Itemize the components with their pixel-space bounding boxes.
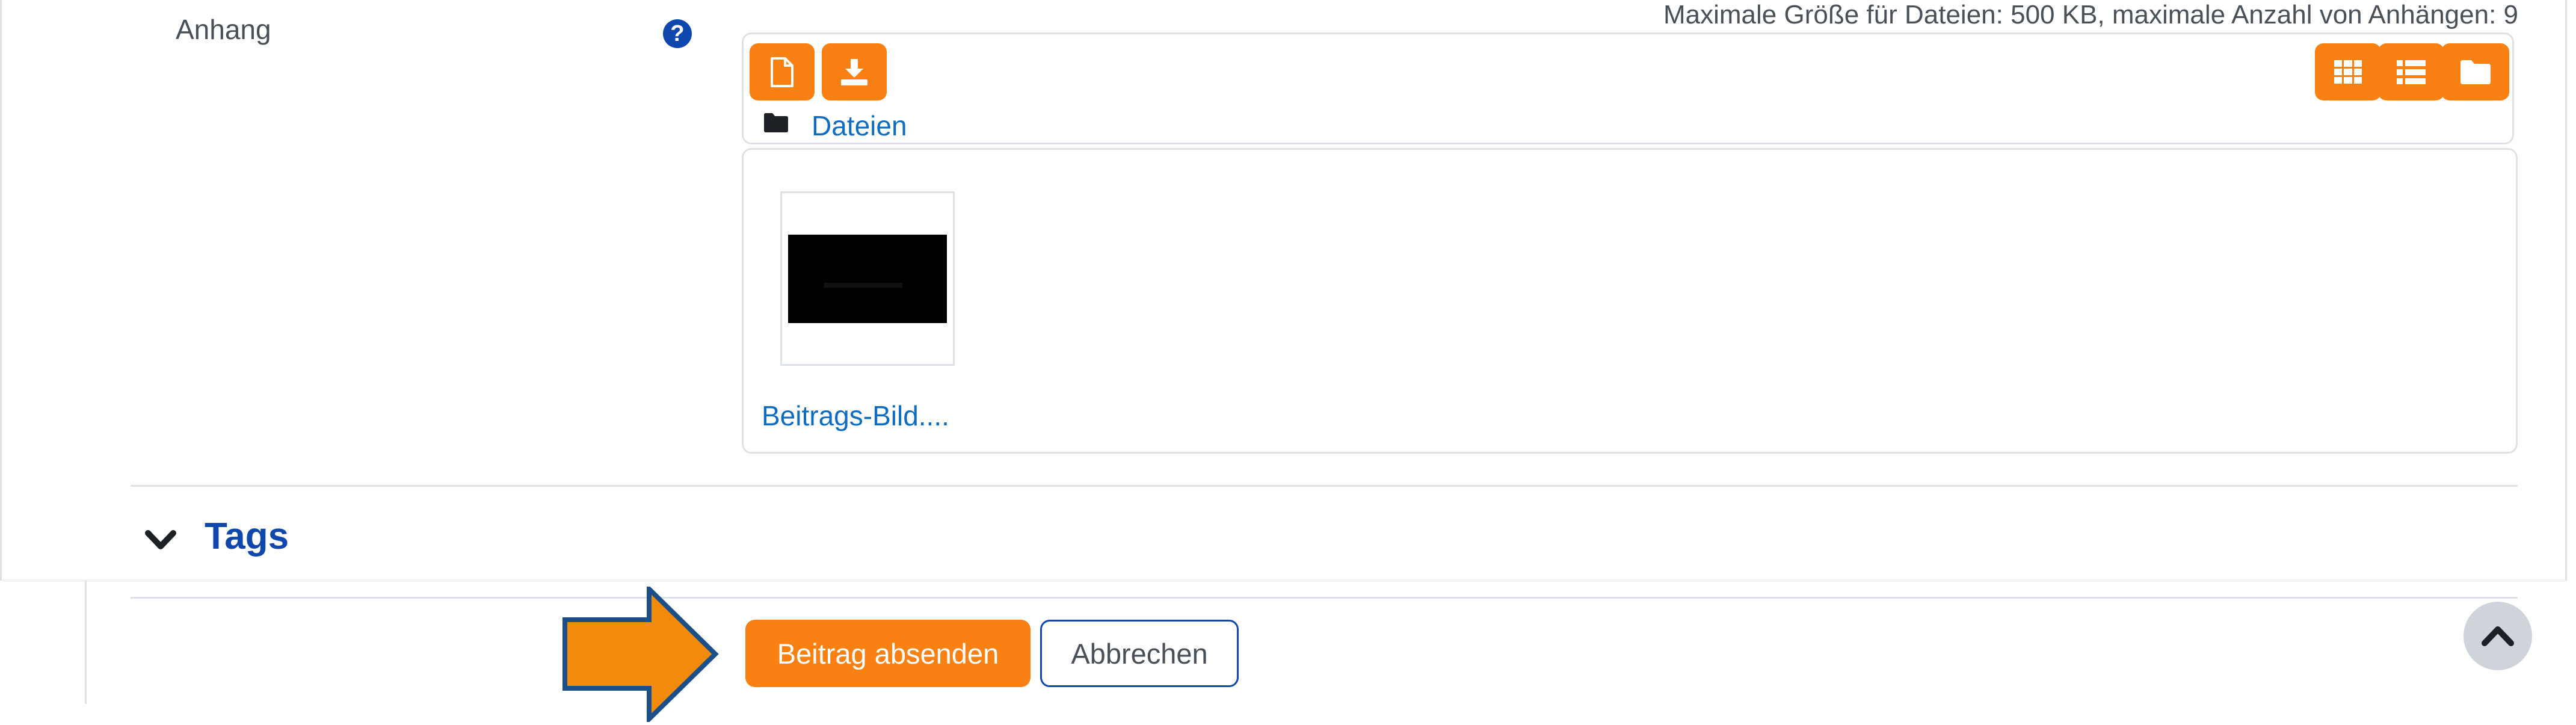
tags-section-header[interactable]: Tags	[205, 515, 289, 558]
submit-post-button[interactable]: Beitrag absenden	[745, 620, 1031, 687]
view-list-button[interactable]	[2378, 43, 2444, 100]
help-glyph: ?	[670, 20, 685, 46]
folder-icon	[764, 113, 788, 132]
download-all-button[interactable]	[822, 43, 887, 100]
filepicker-toolbar	[742, 32, 2514, 144]
thumbnail-image-detail	[824, 283, 902, 288]
chevron-up-icon	[2482, 626, 2514, 646]
grid-view-icon	[2334, 60, 2362, 84]
page-frame-left-bottom	[85, 581, 87, 704]
attachment-label: Anhang	[176, 14, 271, 45]
page-frame-left	[0, 0, 2, 581]
thumbnail-image	[788, 235, 947, 323]
page-frame-step	[2, 579, 2565, 582]
arrow-right-icon	[562, 587, 719, 722]
list-view-icon	[2397, 60, 2426, 84]
question-circle-icon[interactable]: ?	[663, 19, 692, 48]
section-divider	[131, 597, 2518, 599]
filepicker-files-area	[742, 148, 2518, 454]
add-file-icon	[771, 57, 793, 87]
chevron-down-icon[interactable]	[144, 528, 177, 552]
back-to-top-button[interactable]	[2464, 602, 2532, 670]
cancel-button[interactable]: Abbrechen	[1040, 620, 1239, 687]
add-file-button[interactable]	[750, 43, 815, 100]
section-divider	[131, 485, 2518, 487]
download-icon	[841, 58, 867, 85]
file-limits-text: Maximale Größe für Dateien: 500 KB, maxi…	[1663, 0, 2518, 29]
file-name-link[interactable]: Beitrags-Bild....	[762, 400, 949, 432]
view-icons-button[interactable]	[2315, 43, 2381, 100]
page-frame-right	[2565, 0, 2567, 581]
path-dateien-link[interactable]: Dateien	[812, 110, 907, 142]
view-tree-button[interactable]	[2441, 43, 2509, 100]
folder-view-icon	[2460, 60, 2491, 84]
